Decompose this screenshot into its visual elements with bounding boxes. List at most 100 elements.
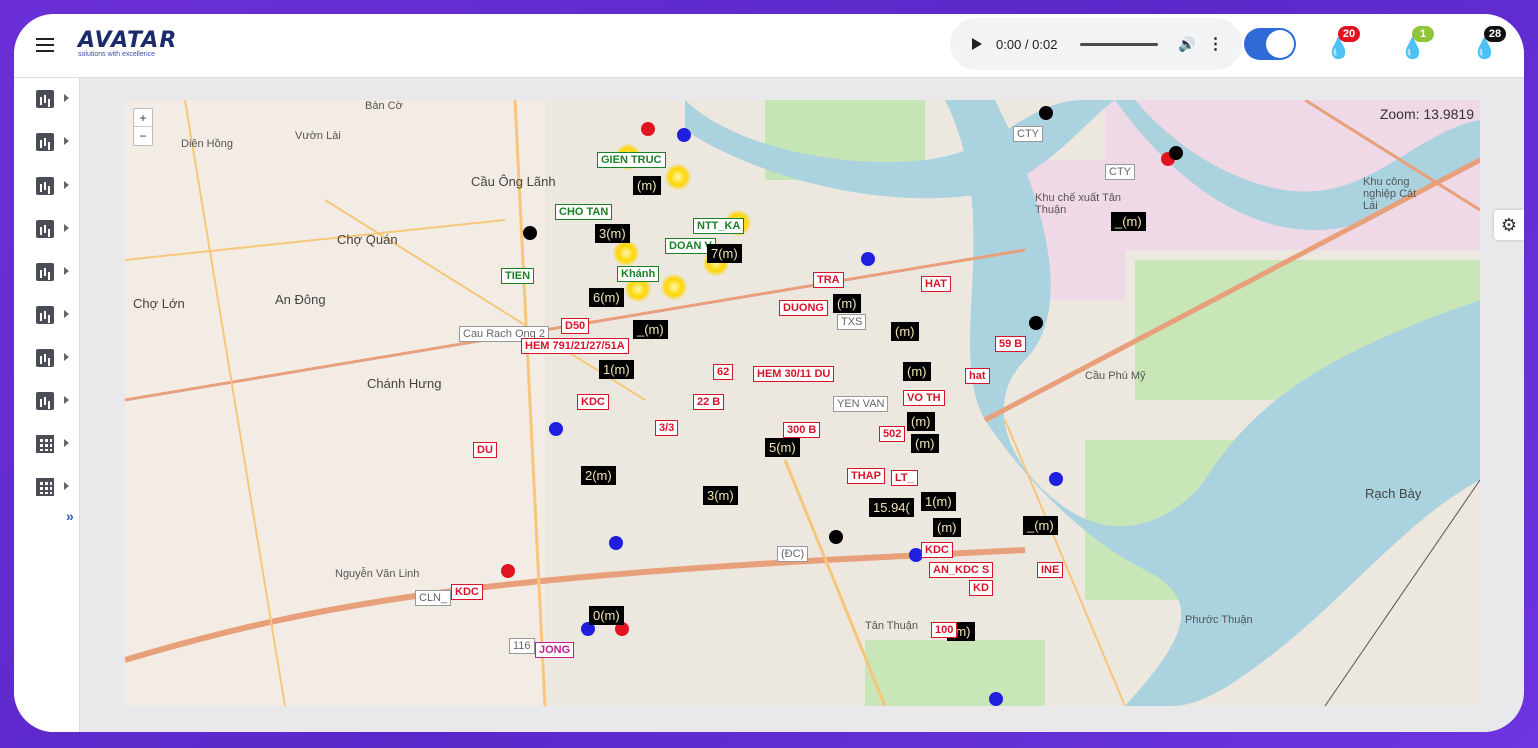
station-marker-black[interactable] (1029, 316, 1043, 330)
station-label[interactable]: KDC (577, 394, 609, 410)
menu-icon[interactable] (36, 38, 54, 52)
station-label[interactable]: Khánh (617, 266, 660, 282)
station-reading[interactable]: 2(m) (581, 466, 616, 485)
station-label[interactable]: TRA (813, 272, 844, 288)
station-label[interactable]: TIEN (501, 268, 535, 284)
alert-glow-marker[interactable] (661, 274, 687, 300)
station-reading[interactable]: (m) (633, 176, 661, 195)
audio-progress[interactable] (1080, 42, 1158, 46)
station-label[interactable]: VO TH (903, 390, 945, 406)
station-reading[interactable]: (m) (933, 518, 961, 537)
station-marker-black[interactable] (1169, 146, 1183, 160)
station-label[interactable]: THAP (847, 468, 885, 484)
station-marker-red[interactable] (641, 122, 655, 136)
station-label[interactable]: KDC (451, 584, 483, 600)
station-label[interactable]: CHO TAN (555, 204, 613, 220)
station-reading[interactable]: 6(m) (589, 288, 624, 307)
station-label[interactable]: 62 (713, 364, 734, 380)
station-reading[interactable]: 7(m) (707, 244, 742, 263)
expand-sidebar-icon[interactable]: » (66, 508, 74, 524)
station-reading[interactable]: (m) (903, 362, 931, 381)
settings-gear-icon[interactable]: ⚙ (1494, 210, 1524, 240)
station-reading[interactable]: (m) (891, 322, 919, 341)
sidebar-item-report-6[interactable] (36, 304, 76, 328)
station-label[interactable]: CTY (1105, 164, 1135, 180)
station-reading[interactable]: 3(m) (595, 224, 630, 243)
station-label[interactable]: AN_KDC S (929, 562, 994, 578)
station-label[interactable]: INE (1037, 562, 1064, 578)
station-reading[interactable]: 1(m) (921, 492, 956, 511)
station-label[interactable]: 3/3 (655, 420, 679, 436)
sidebar-item-report-5[interactable] (36, 261, 76, 285)
station-label[interactable]: JONG (535, 642, 575, 658)
alert-red-button[interactable]: 💧 20 (1326, 26, 1360, 64)
station-label[interactable]: D50 (561, 318, 590, 334)
station-marker-blue[interactable] (549, 422, 563, 436)
station-label[interactable]: 502 (879, 426, 906, 442)
station-label[interactable]: HAT (921, 276, 951, 292)
station-marker-black[interactable] (523, 226, 537, 240)
sidebar-item-report-7[interactable] (36, 347, 76, 371)
station-label[interactable]: 59 B (995, 336, 1027, 352)
station-label[interactable]: GIEN TRUC (597, 152, 666, 168)
play-icon[interactable] (972, 38, 982, 50)
station-label[interactable]: YEN VAN (833, 396, 889, 412)
alert-green-button[interactable]: 💧 1 (1400, 26, 1434, 64)
toggle-switch[interactable] (1244, 28, 1296, 60)
station-label[interactable]: HEM 791/21/27/51A (521, 338, 629, 354)
station-label[interactable]: TXS (837, 314, 867, 330)
sidebar-item-table-1[interactable] (36, 433, 76, 457)
station-marker-red[interactable] (501, 564, 515, 578)
station-reading[interactable]: _(m) (1111, 212, 1146, 231)
chevron-right-icon (64, 94, 69, 102)
station-marker-blue[interactable] (989, 692, 1003, 706)
station-label[interactable]: 22 B (693, 394, 725, 410)
sidebar-item-report-8[interactable] (36, 390, 76, 414)
station-marker-blue[interactable] (861, 252, 875, 266)
station-marker-black[interactable] (829, 530, 843, 544)
station-label[interactable]: NTT_KA (693, 218, 745, 234)
station-reading[interactable]: (m) (833, 294, 861, 313)
sidebar-item-report-3[interactable] (36, 175, 76, 199)
sidebar-item-report-1[interactable] (36, 88, 76, 112)
zoom-out-button[interactable]: − (134, 127, 152, 145)
station-marker-blue[interactable] (677, 128, 691, 142)
station-marker-blue[interactable] (1049, 472, 1063, 486)
station-label[interactable]: (ĐC) (777, 546, 809, 562)
volume-icon[interactable]: 🔊 (1178, 36, 1195, 53)
alert-glow-marker[interactable] (613, 240, 639, 266)
station-label[interactable]: HEM 30/11 DU (753, 366, 835, 382)
station-reading[interactable]: 5(m) (765, 438, 800, 457)
station-reading[interactable]: 3(m) (703, 486, 738, 505)
station-marker-black[interactable] (1039, 106, 1053, 120)
chart-icon (36, 392, 54, 410)
station-reading[interactable]: _(m) (633, 320, 668, 339)
station-label[interactable]: CLN_ (415, 590, 452, 606)
alert-black-button[interactable]: 💧 28 (1472, 26, 1506, 64)
zoom-in-button[interactable]: + (134, 109, 152, 127)
station-reading[interactable]: 15.94( (869, 498, 914, 517)
station-label[interactable]: 100 (931, 622, 958, 638)
station-label[interactable]: 116 (509, 638, 535, 654)
station-label[interactable]: LT_ (891, 470, 918, 486)
station-reading[interactable]: (m) (911, 434, 939, 453)
sidebar-item-report-4[interactable] (36, 218, 76, 242)
more-options-icon[interactable]: ⋮ (1207, 34, 1223, 54)
station-reading[interactable]: 1(m) (599, 360, 634, 379)
logo[interactable]: AVATAR solutions with excellence (78, 28, 177, 58)
station-label[interactable]: DUONG (779, 300, 828, 316)
map-canvas[interactable]: + − Zoom: 13.9819 Bàn Cờ Vườn Lài Diên H… (125, 100, 1480, 706)
alert-glow-marker[interactable] (665, 164, 691, 190)
station-label[interactable]: 300 B (783, 422, 821, 438)
station-label[interactable]: KDC (921, 542, 953, 558)
station-reading[interactable]: _(m) (1023, 516, 1058, 535)
station-label[interactable]: CTY (1013, 126, 1043, 142)
station-reading[interactable]: (m) (907, 412, 935, 431)
station-marker-blue[interactable] (609, 536, 623, 550)
station-label[interactable]: KD (969, 580, 993, 596)
station-label[interactable]: hat (965, 368, 990, 384)
sidebar-item-report-2[interactable] (36, 131, 76, 155)
station-reading[interactable]: 0(m) (589, 606, 624, 625)
sidebar-item-table-2[interactable] (36, 476, 76, 500)
station-label[interactable]: DU (473, 442, 497, 458)
